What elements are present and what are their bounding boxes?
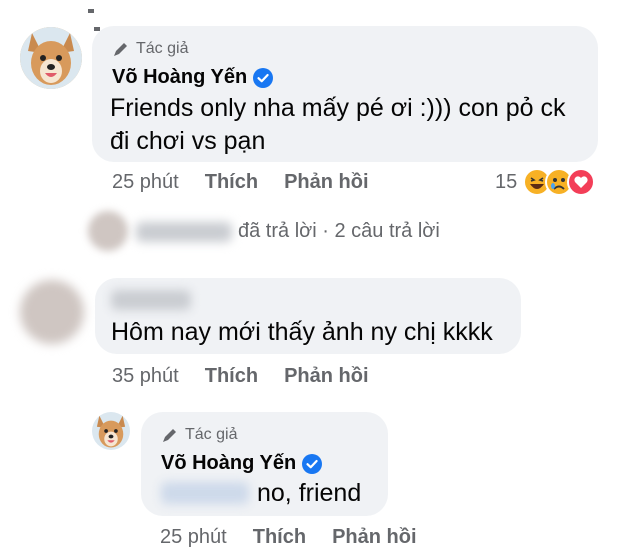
comment-text-line: Friends only nha mấy pé ơi :))) con pỏ c…	[110, 94, 566, 122]
author-badge: Tác giả	[112, 40, 188, 58]
comment-text: no, friend	[257, 479, 362, 507]
tagged-user-blurred[interactable]	[161, 482, 249, 504]
author-avatar[interactable]	[92, 412, 130, 450]
author-badge: Tác giả	[161, 426, 237, 444]
author-avatar[interactable]	[20, 27, 82, 89]
replies-summary-link[interactable]: đã trả lời · 2 câu trả lời	[238, 220, 440, 243]
author-name[interactable]: Võ Hoàng Yến	[112, 66, 247, 89]
reply-user-name-blurred[interactable]	[136, 222, 232, 242]
reply-button[interactable]: Phản hồi	[332, 526, 416, 549]
dog-avatar-image	[92, 412, 130, 450]
pen-icon	[114, 43, 127, 56]
verified-badge-icon	[253, 67, 274, 88]
comment-time[interactable]: 35 phút	[112, 365, 179, 388]
comment-bubble: Tác giả Võ Hoàng Yến no, friend	[141, 412, 388, 516]
reply-button[interactable]: Phản hồi	[284, 171, 368, 194]
comment-actions: 25 phút Thích Phản hồi	[160, 526, 417, 549]
dog-avatar-image	[20, 27, 82, 89]
like-button[interactable]: Thích	[253, 526, 306, 549]
author-name[interactable]: Võ Hoàng Yến	[161, 452, 296, 475]
comment-bubble: Hôm nay mới thấy ảnh ny chị kkkk	[95, 278, 521, 354]
author-badge-label: Tác giả	[136, 40, 189, 57]
like-button[interactable]: Thích	[205, 365, 258, 388]
comment-text-line: đi chơi vs pạn	[110, 127, 266, 155]
comment-bubble: Tác giả Võ Hoàng Yến Friends only nha mấ…	[92, 26, 598, 162]
top-cutoff-fragment	[88, 0, 110, 31]
commenter-avatar-blurred[interactable]	[20, 280, 84, 344]
comment-author[interactable]: Võ Hoàng Yến	[161, 452, 323, 475]
reactions-summary[interactable]: 15	[495, 168, 596, 196]
comment-author[interactable]: Võ Hoàng Yến	[112, 66, 274, 89]
comment-text: Friends only nha mấy pé ơi :))) con pỏ c…	[110, 92, 565, 158]
verified-badge-icon	[302, 453, 323, 474]
comment-time[interactable]: 25 phút	[160, 526, 227, 549]
pen-icon	[163, 429, 176, 442]
comment-time[interactable]: 25 phút	[112, 171, 179, 194]
love-reaction-icon	[567, 168, 596, 196]
author-badge-label: Tác giả	[185, 426, 238, 443]
comment-text: Hôm nay mới thấy ảnh ny chị kkkk	[111, 318, 493, 346]
reply-user-avatar-blurred[interactable]	[88, 211, 128, 251]
like-button[interactable]: Thích	[205, 171, 258, 194]
reaction-count: 15	[495, 170, 518, 193]
comment-actions: 35 phút Thích Phản hồi	[112, 365, 369, 388]
comment-actions: 25 phút Thích Phản hồi	[112, 171, 369, 194]
commenter-name-blurred[interactable]	[111, 290, 191, 310]
reply-button[interactable]: Phản hồi	[284, 365, 368, 388]
